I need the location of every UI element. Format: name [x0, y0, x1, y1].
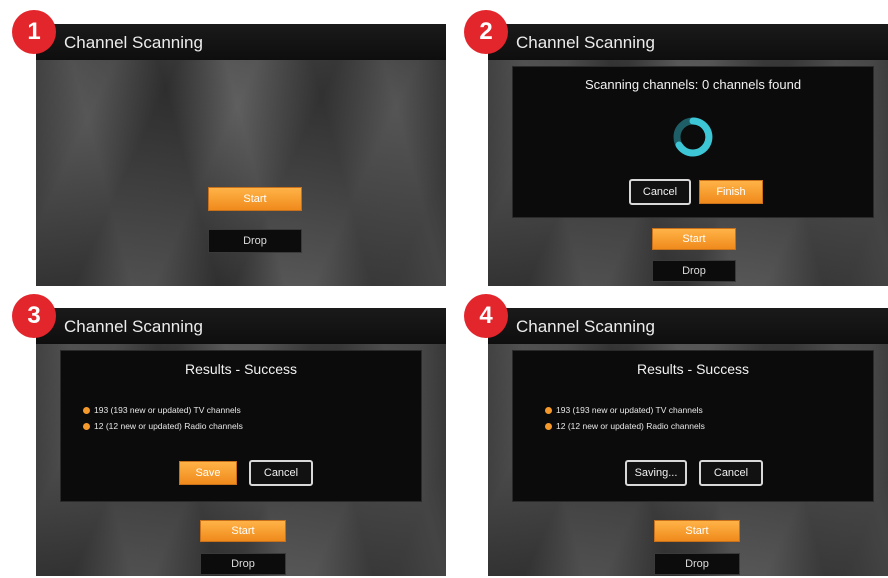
- panel-title: Channel Scanning: [64, 317, 203, 336]
- results-title: Results - Success: [636, 361, 750, 377]
- panel-header: Channel Scanning: [36, 24, 446, 60]
- panel-step-2: Channel Scanning Scanning channels: 0 ch…: [488, 24, 888, 286]
- spinner-icon: [673, 117, 713, 157]
- tv-channels-result: 193 (193 new or updated) TV channels: [83, 405, 241, 415]
- panel-title: Channel Scanning: [516, 33, 655, 52]
- panel-header: Channel Scanning: [488, 308, 888, 344]
- saving-button[interactable]: Saving...: [625, 460, 687, 486]
- scanning-status: Scanning channels: 0 channels found: [584, 77, 802, 92]
- cancel-button[interactable]: Cancel: [699, 460, 763, 486]
- start-button[interactable]: Start: [208, 187, 302, 211]
- step-3-badge: 3: [12, 294, 56, 338]
- orange-bullet-icon: [83, 422, 90, 430]
- radio-channels-text: 12 (12 new or updated) Radio channels: [94, 421, 243, 431]
- tv-channels-result: 193 (193 new or updated) TV channels: [545, 405, 703, 415]
- panel-header: Channel Scanning: [36, 308, 446, 344]
- step-4-badge: 4: [464, 294, 508, 338]
- radio-channels-result: 12 (12 new or updated) Radio channels: [83, 421, 243, 431]
- results-dialog: Results - Success 193 (193 new or update…: [512, 350, 874, 502]
- results-dialog: Results - Success 193 (193 new or update…: [60, 350, 422, 502]
- panel-step-3: Channel Scanning Results - Success 193 (…: [36, 308, 446, 576]
- panel-title: Channel Scanning: [516, 317, 655, 336]
- cancel-button[interactable]: Cancel: [629, 179, 691, 205]
- drop-button[interactable]: Drop: [208, 229, 302, 253]
- tv-channels-text: 193 (193 new or updated) TV channels: [556, 405, 703, 415]
- panel-step-4: Channel Scanning Results - Success 193 (…: [488, 308, 888, 576]
- step-1-badge: 1: [12, 10, 56, 54]
- start-button[interactable]: Start: [652, 228, 736, 250]
- radio-channels-result: 12 (12 new or updated) Radio channels: [545, 421, 705, 431]
- drop-button[interactable]: Drop: [200, 553, 286, 575]
- scanning-dialog: Scanning channels: 0 channels found Canc…: [512, 66, 874, 218]
- orange-bullet-icon: [83, 406, 90, 414]
- panel-header: Channel Scanning: [488, 24, 888, 60]
- drop-button[interactable]: Drop: [652, 260, 736, 282]
- finish-button[interactable]: Finish: [699, 180, 763, 204]
- tv-channels-text: 193 (193 new or updated) TV channels: [94, 405, 241, 415]
- results-title: Results - Success: [184, 361, 298, 377]
- panel-step-1: Channel Scanning Start Drop: [36, 24, 446, 286]
- step-2-badge: 2: [464, 10, 508, 54]
- start-button[interactable]: Start: [654, 520, 740, 542]
- radio-channels-text: 12 (12 new or updated) Radio channels: [556, 421, 705, 431]
- orange-bullet-icon: [545, 422, 552, 430]
- start-button[interactable]: Start: [200, 520, 286, 542]
- drop-button[interactable]: Drop: [654, 553, 740, 575]
- orange-bullet-icon: [545, 406, 552, 414]
- save-button[interactable]: Save: [179, 461, 237, 485]
- panel-title: Channel Scanning: [64, 33, 203, 52]
- cancel-button[interactable]: Cancel: [249, 460, 313, 486]
